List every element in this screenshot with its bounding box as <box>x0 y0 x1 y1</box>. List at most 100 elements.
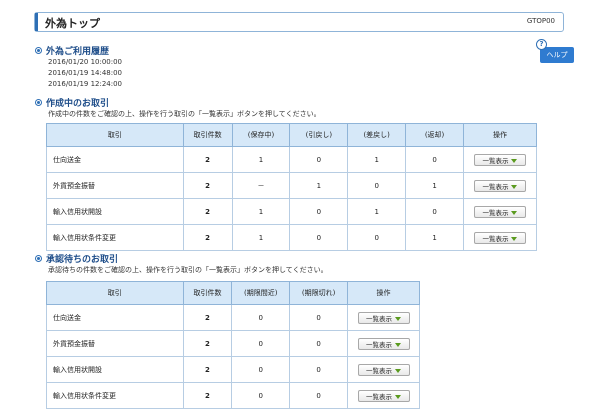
awaiting-title: 承認待ちのお取引 <box>46 255 119 265</box>
cell-withdrawn: 0 <box>289 224 349 251</box>
awaiting-description: 承認待ちの件数をご確認の上、操作を行う取引の「一覧表示」ボタンを押してください。 <box>48 266 328 274</box>
table-row: 輸入信用状条件変更 2 1 0 0 1 一覧表示 <box>46 224 538 251</box>
cell-near-expiry: 0 <box>231 382 291 409</box>
col-header: 取引 <box>46 123 184 147</box>
table-row: 輸入信用状開設 2 1 0 1 0 一覧表示 <box>46 198 538 225</box>
cell-returned: 0 <box>347 224 407 251</box>
cell-saved: 1 <box>231 146 291 173</box>
cell-count: 2 <box>182 198 233 225</box>
cell-name: 輸入信用状開設 <box>46 198 184 225</box>
cell-withdrawn: 0 <box>289 146 349 173</box>
cell-saved: 1 <box>231 198 291 225</box>
page-title-bar: 外為トップ GTOP00 <box>34 12 564 32</box>
table-row: 輸入信用状開設 2 0 0 一覧表示 <box>46 356 420 383</box>
cell-name: 輸入信用状条件変更 <box>46 382 184 409</box>
awaiting-heading: 承認待ちのお取引 <box>35 252 118 265</box>
bullet-icon <box>35 255 42 262</box>
cell-saved: 1 <box>231 224 291 251</box>
list-view-button[interactable]: 一覧表示 <box>357 311 410 324</box>
cell-action: 一覧表示 <box>347 356 420 383</box>
history-title: 外為ご利用履歴 <box>46 47 110 57</box>
cell-action: 一覧表示 <box>347 304 420 331</box>
dropdown-triangle-icon <box>395 316 402 321</box>
cell-name: 仕向送金 <box>46 304 184 331</box>
cell-near-expiry: 0 <box>231 330 291 357</box>
cell-expired: 0 <box>289 330 349 357</box>
cell-name: 輸入信用状開設 <box>46 356 184 383</box>
list-view-button[interactable]: 一覧表示 <box>357 337 410 350</box>
cell-expired: 0 <box>289 382 349 409</box>
help-button[interactable]: ヘルプ <box>540 47 574 63</box>
list-view-button[interactable]: 一覧表示 <box>357 389 410 402</box>
cell-count: 2 <box>182 304 233 331</box>
list-view-button[interactable]: 一覧表示 <box>357 363 410 376</box>
list-view-button[interactable]: 一覧表示 <box>473 231 526 244</box>
in-progress-heading: 作成中のお取引 <box>35 96 109 109</box>
cell-expired: 0 <box>289 304 349 331</box>
cell-name: 外貨預金振替 <box>46 330 184 357</box>
table-row: 仕向送金 2 0 0 一覧表示 <box>46 304 420 331</box>
col-header: (期限切れ) <box>289 281 349 305</box>
cell-withdrawn: 0 <box>289 198 349 225</box>
col-header: (引戻し) <box>289 123 349 147</box>
cell-near-expiry: 0 <box>231 356 291 383</box>
cell-action: 一覧表示 <box>347 382 420 409</box>
list-view-button[interactable]: 一覧表示 <box>473 179 526 192</box>
dropdown-triangle-icon <box>395 342 402 347</box>
cell-action: 一覧表示 <box>462 198 538 225</box>
table-row: 外貨預金振替 2 0 0 一覧表示 <box>46 330 420 357</box>
cell-rejected: 0 <box>405 198 464 225</box>
question-icon: ? <box>536 39 547 50</box>
cell-rejected: 1 <box>405 224 464 251</box>
cell-count: 2 <box>182 172 233 199</box>
cell-rejected: 0 <box>405 146 464 173</box>
help[interactable]: ? ヘルプ <box>536 39 574 63</box>
dropdown-triangle-icon <box>511 184 518 189</box>
history-entry: 2016/01/19 14:48:00 <box>48 69 123 77</box>
col-header: 操作 <box>462 123 538 147</box>
table-row: 仕向送金 2 1 0 1 0 一覧表示 <box>46 146 538 173</box>
dropdown-triangle-icon <box>395 368 402 373</box>
title-accent <box>35 13 38 31</box>
col-header: (差戻し) <box>347 123 407 147</box>
in-progress-table: 取引 取引件数 (保存中) (引戻し) (差戻し) (返却) 操作 仕向送金 2… <box>46 123 538 251</box>
cell-returned: 1 <box>347 146 407 173</box>
col-header: 取引件数 <box>182 281 233 305</box>
cell-expired: 0 <box>289 356 349 383</box>
dropdown-triangle-icon <box>511 236 518 241</box>
awaiting-table: 取引 取引件数 (期限間近) (期限切れ) 操作 仕向送金 2 0 0 一覧表示… <box>46 281 420 409</box>
cell-returned: 1 <box>347 198 407 225</box>
cell-saved: － <box>231 172 291 199</box>
cell-count: 2 <box>182 224 233 251</box>
cell-name: 輸入信用状条件変更 <box>46 224 184 251</box>
col-header: 操作 <box>347 281 420 305</box>
dropdown-triangle-icon <box>395 394 402 399</box>
history-entry: 2016/01/19 12:24:00 <box>48 80 123 88</box>
list-view-button[interactable]: 一覧表示 <box>473 153 526 166</box>
cell-action: 一覧表示 <box>462 146 538 173</box>
history-list: 2016/01/20 10:00:00 2016/01/19 14:48:00 … <box>48 57 122 90</box>
cell-count: 2 <box>182 382 233 409</box>
col-header: (返却) <box>405 123 464 147</box>
cell-count: 2 <box>182 356 233 383</box>
table-header-row: 取引 取引件数 (保存中) (引戻し) (差戻し) (返却) 操作 <box>46 123 538 147</box>
col-header: 取引件数 <box>182 123 233 147</box>
cell-count: 2 <box>182 146 233 173</box>
cell-rejected: 1 <box>405 172 464 199</box>
col-header: (期限間近) <box>231 281 291 305</box>
cell-name: 外貨預金振替 <box>46 172 184 199</box>
cell-count: 2 <box>182 330 233 357</box>
screen-code: GTOP00 <box>526 17 555 25</box>
list-view-button[interactable]: 一覧表示 <box>473 205 526 218</box>
table-row: 外貨預金振替 2 － 1 0 1 一覧表示 <box>46 172 538 199</box>
in-progress-description: 作成中の件数をご確認の上、操作を行う取引の「一覧表示」ボタンを押してください。 <box>48 110 321 118</box>
cell-returned: 0 <box>347 172 407 199</box>
bullet-icon <box>35 99 42 106</box>
table-row: 輸入信用状条件変更 2 0 0 一覧表示 <box>46 382 420 409</box>
cell-name: 仕向送金 <box>46 146 184 173</box>
col-header: 取引 <box>46 281 184 305</box>
col-header: (保存中) <box>231 123 291 147</box>
history-entry: 2016/01/20 10:00:00 <box>48 58 123 66</box>
dropdown-triangle-icon <box>511 158 518 163</box>
cell-withdrawn: 1 <box>289 172 349 199</box>
